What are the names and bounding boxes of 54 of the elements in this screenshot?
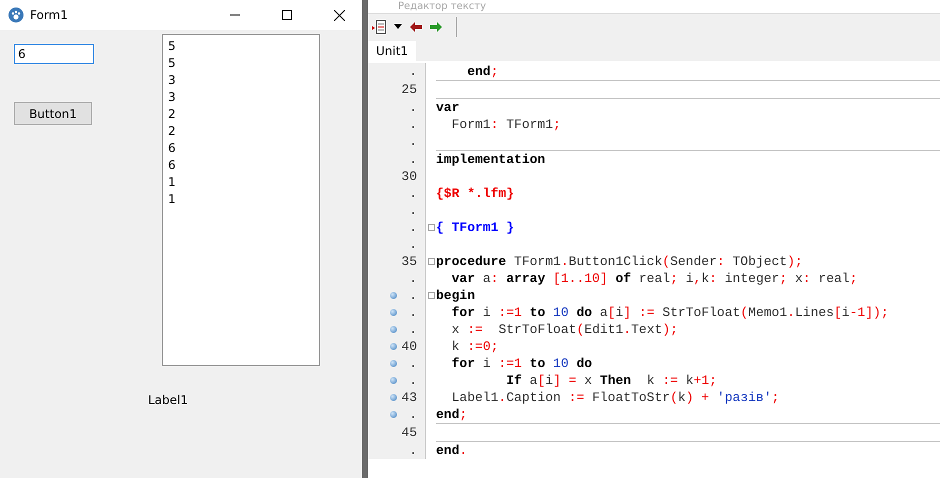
back-arrow-icon[interactable]: [410, 22, 422, 32]
line-number: .: [408, 152, 417, 167]
caret-icon[interactable]: [394, 24, 402, 29]
code-line: end;: [436, 407, 468, 422]
line-number: .: [408, 203, 417, 218]
editor-tab[interactable]: Unit1: [368, 41, 416, 61]
code-line: { TForm1 }: [436, 220, 514, 235]
line-number: .: [408, 134, 417, 149]
forward-arrow-icon[interactable]: [430, 22, 442, 32]
line-number: .: [408, 117, 417, 132]
text-field[interactable]: 6: [14, 44, 94, 64]
line-number: .: [408, 322, 417, 337]
code-line: end;: [466, 64, 498, 79]
line-number: .: [408, 237, 417, 252]
line-number: .: [408, 356, 417, 371]
line-number: .: [408, 100, 417, 115]
line-number: 45: [400, 425, 417, 440]
code-line: implementation: [436, 152, 546, 167]
code-line: Label1.Caption := FloatToStr(k) + 'разів';: [450, 390, 780, 405]
code-line: If a[i] = x Then k := k+1;: [505, 373, 717, 388]
code-line: Form1: TForm1;: [450, 117, 561, 132]
code-line: var: [436, 100, 460, 115]
code-line: end.: [436, 443, 468, 458]
line-number: .: [408, 443, 417, 458]
button1-button[interactable]: Button1: [14, 102, 92, 125]
code-line: x := StrToFloat(Edit1.Text);: [450, 322, 678, 337]
code-line: procedure TForm1.Button1Click(Sender: TObject);: [436, 254, 803, 269]
code-line: {$R *.lfm}: [436, 186, 514, 201]
close-icon[interactable]: [334, 10, 344, 20]
code-line: k :=0;: [450, 339, 498, 354]
line-number: 35: [400, 254, 417, 269]
code-line: for i :=1 to 10 do: [450, 356, 592, 371]
line-number: .: [408, 186, 417, 201]
line-number: .: [408, 271, 417, 286]
window-title: Form1: [30, 8, 69, 22]
document-icon[interactable]: [372, 18, 386, 34]
line-number: .: [408, 288, 417, 303]
line-number: 43: [400, 390, 417, 405]
line-number: .: [408, 407, 417, 422]
code-line: for i :=1 to 10 do a[i] := StrToFloat(Memo1.Lines[i-1]);: [450, 305, 889, 320]
line-number: .: [408, 373, 417, 388]
paw-icon: [8, 7, 24, 23]
editor-title: Редактор тексту: [398, 0, 486, 12]
memo-field[interactable]: 5 5 3 3 2 2 6 6 1 1: [162, 34, 320, 366]
code-line: var a: array [1..10] of real; i,k: integer; x: real;: [450, 271, 858, 286]
code-line: begin: [436, 288, 476, 303]
line-number: .: [408, 220, 417, 235]
label-text: Label1: [148, 393, 188, 407]
line-number: 25: [400, 82, 417, 97]
maximize-icon[interactable]: [282, 10, 292, 20]
line-number: .: [408, 64, 417, 79]
line-number: 40: [400, 339, 417, 354]
line-number: 30: [400, 169, 417, 184]
line-number: .: [408, 305, 417, 320]
